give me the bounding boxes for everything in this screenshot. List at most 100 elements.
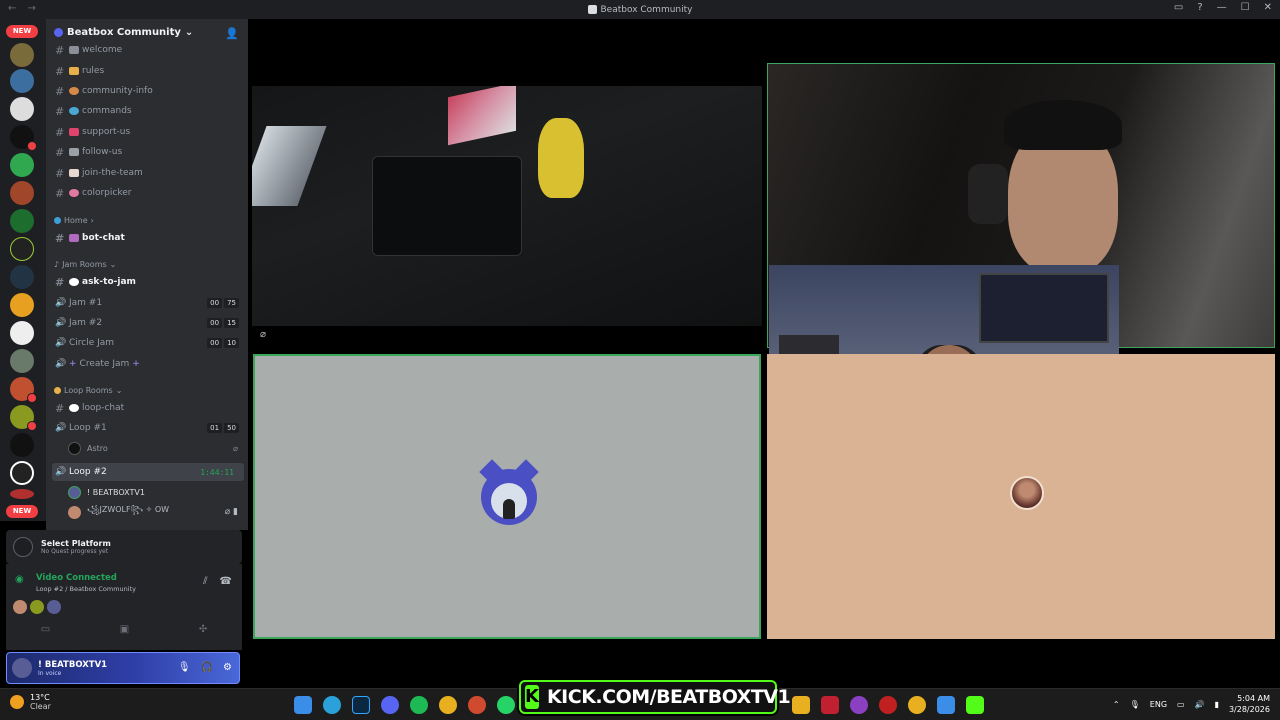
channel-support-us[interactable]: # support-us <box>52 123 244 141</box>
server-icon[interactable] <box>10 433 34 457</box>
channel-name: welcome <box>82 45 123 55</box>
video-tile-avatar[interactable] <box>253 354 761 639</box>
volume-icon[interactable]: 🔊 <box>1195 700 1205 709</box>
channel-commands[interactable]: # commands <box>52 102 244 120</box>
chevron-up-icon[interactable]: ⌃ <box>1113 700 1120 709</box>
maximize-button[interactable]: ☐ <box>1241 2 1250 13</box>
voice-channel-jam-1[interactable]: 🔊 Jam #1 00 75 <box>52 294 244 312</box>
nav-arrows[interactable]: ← → <box>8 3 40 14</box>
disconnect-icon[interactable]: ☎ <box>220 576 232 587</box>
new-badge-top[interactable]: NEW <box>6 25 38 38</box>
server-icon[interactable] <box>10 293 34 317</box>
telegram-icon[interactable] <box>323 696 341 714</box>
voice-channel-circle-jam[interactable]: 🔊 Circle Jam 00 10 <box>52 334 244 352</box>
server-icon[interactable] <box>10 405 37 431</box>
channel-emoji-icon <box>69 87 79 95</box>
voice-channel-loop-1[interactable]: 🔊 Loop #1 01 50 <box>52 419 244 437</box>
app-icon[interactable] <box>966 696 984 714</box>
microphone-icon[interactable]: 🎙 <box>1130 700 1140 709</box>
category-jam-rooms[interactable]: ♪ Jam Rooms ⌄ <box>54 260 116 269</box>
app-logo-icon <box>587 5 597 14</box>
hash-icon: # <box>55 275 65 289</box>
avatar[interactable] <box>47 600 61 614</box>
battery-icon[interactable]: ▮ <box>1215 700 1219 709</box>
channel-follow-us[interactable]: # follow-us <box>52 143 244 161</box>
server-icon[interactable] <box>10 125 37 151</box>
chrome-icon[interactable] <box>468 696 486 714</box>
clock[interactable]: 5:04 AM 3/28/2026 <box>1229 693 1270 715</box>
channel-join-the-team[interactable]: # join-the-team <box>52 164 244 182</box>
server-icon[interactable] <box>10 489 34 499</box>
microphone-icon[interactable]: 🎙 <box>178 662 191 673</box>
voice-channel-create-jam[interactable]: 🔊 + Create Jam + <box>52 355 244 373</box>
video-tile-avatar-beige[interactable] <box>767 354 1275 639</box>
screen-share-icon[interactable]: ▣ <box>120 624 129 635</box>
quest-banner[interactable]: Select Platform No Quest progress yet <box>6 530 242 564</box>
camera-off-icon[interactable]: ▭ <box>41 624 50 635</box>
file-explorer-icon[interactable] <box>792 696 810 714</box>
server-icon-active[interactable] <box>10 461 34 485</box>
noise-suppression-icon[interactable]: ⫽ <box>203 576 207 587</box>
server-icon[interactable] <box>10 349 34 373</box>
app-icon[interactable] <box>879 696 897 714</box>
network-icon[interactable]: ▭ <box>1177 700 1185 709</box>
chrome-icon[interactable] <box>439 696 457 714</box>
minimize-button[interactable]: — <box>1217 2 1227 13</box>
headphones-icon[interactable]: 🎧 <box>201 662 213 673</box>
channel-community-info[interactable]: # community-info <box>52 82 244 100</box>
discord-icon[interactable] <box>381 696 399 714</box>
server-icon[interactable] <box>10 237 34 261</box>
video-tile-desk[interactable] <box>252 86 762 326</box>
category-loop-rooms[interactable]: Loop Rooms ⌄ <box>54 386 122 395</box>
windows-start-icon[interactable] <box>294 696 312 714</box>
voice-channel-loop-2[interactable]: 🔊 Loop #2 1:44:11 <box>52 463 244 481</box>
voice-member[interactable]: ꧁JZWOLF꧂ ✧ OW ⌀ ▮ <box>68 503 244 521</box>
server-icon[interactable] <box>10 69 34 93</box>
weather-widget[interactable]: 13°C Clear <box>10 693 51 711</box>
settings-gear-icon[interactable]: ⚙ <box>223 662 232 673</box>
app-icon[interactable] <box>850 696 868 714</box>
chrome-icon[interactable] <box>908 696 926 714</box>
server-icon[interactable] <box>10 209 34 233</box>
channel-loop-chat[interactable]: # loop-chat <box>52 399 244 417</box>
voice-status[interactable]: Video Connected <box>36 573 117 583</box>
voice-member[interactable]: ! BEATBOXTV1 <box>68 483 244 501</box>
app-icon[interactable] <box>937 696 955 714</box>
photoshop-icon[interactable] <box>352 696 370 714</box>
server-icon[interactable] <box>10 377 37 403</box>
server-icon[interactable] <box>10 153 34 177</box>
avatar[interactable] <box>30 600 44 614</box>
voice-member[interactable]: Astro ⌀ <box>68 439 244 457</box>
guild-header[interactable]: Beatbox Community ⌄ 👤 <box>46 19 248 46</box>
spotify-icon[interactable] <box>410 696 428 714</box>
voice-channel-jam-2[interactable]: 🔊 Jam #2 00 15 <box>52 314 244 332</box>
category-home[interactable]: Home › <box>54 216 94 225</box>
server-icon[interactable] <box>10 321 34 345</box>
channel-welcome[interactable]: # welcome <box>52 43 244 57</box>
channel-ask-to-jam[interactable]: # ask-to-jam <box>52 273 244 291</box>
close-button[interactable]: ✕ <box>1264 2 1272 13</box>
channel-colorpicker[interactable]: # colorpicker <box>52 184 244 202</box>
signal-icon[interactable]: ◉ <box>15 574 24 585</box>
whatsapp-icon[interactable] <box>497 696 515 714</box>
avatar[interactable] <box>13 600 27 614</box>
server-icon[interactable] <box>10 181 34 205</box>
app-icon[interactable] <box>821 696 839 714</box>
voice-location[interactable]: Loop #2 / Beatbox Community <box>36 585 136 593</box>
kick-url: KICK.COM/BEATBOXTV1 <box>546 686 791 708</box>
server-icon[interactable] <box>10 265 34 289</box>
language-indicator[interactable]: ENG <box>1150 700 1167 709</box>
server-icon[interactable] <box>10 97 34 121</box>
speaker-icon: 🔊 <box>55 298 67 308</box>
channel-rules[interactable]: # rules <box>52 62 244 80</box>
help-icon[interactable]: ? <box>1197 2 1202 13</box>
activities-icon[interactable]: ✣ <box>199 624 207 635</box>
inbox-icon[interactable]: ▭ <box>1174 2 1183 13</box>
channel-bot-chat[interactable]: # bot-chat <box>52 229 244 247</box>
user-name[interactable]: ! BEATBOXTV1 <box>38 660 107 670</box>
server-icon[interactable] <box>10 43 34 67</box>
new-badge-bottom[interactable]: NEW <box>6 505 38 518</box>
user-avatar[interactable] <box>12 658 32 678</box>
launchpad-controller <box>448 86 516 146</box>
invite-icon[interactable]: 👤 <box>225 27 239 40</box>
